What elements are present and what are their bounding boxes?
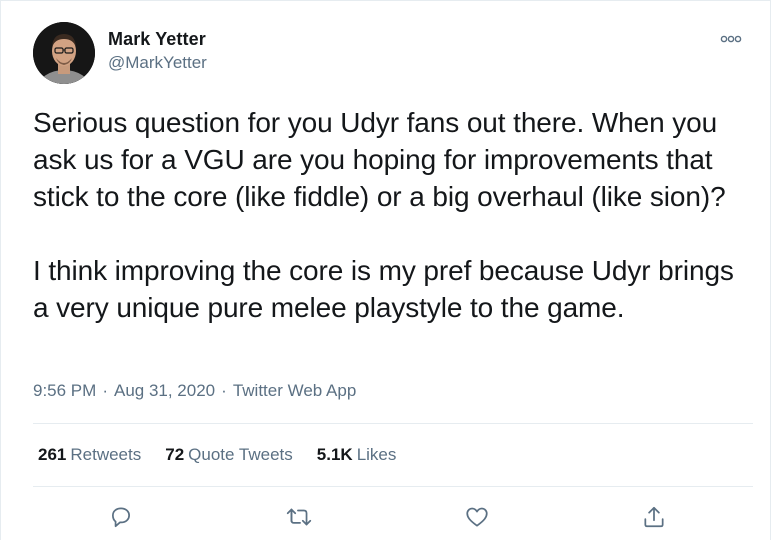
tweet-source[interactable]: Twitter Web App (233, 381, 356, 401)
author-handle[interactable]: @MarkYetter (108, 53, 207, 73)
tweet-card: Mark Yetter @MarkYetter Serious question… (0, 0, 771, 540)
more-icon[interactable] (717, 31, 745, 47)
tweet-date[interactable]: Aug 31, 2020 (114, 381, 215, 401)
tweet-meta: 9:56 PM · Aug 31, 2020 · Twitter Web App (33, 381, 356, 401)
tweet-text: Serious question for you Udyr fans out t… (33, 107, 734, 323)
quote-tweets-label: Quote Tweets (188, 445, 293, 464)
meta-separator: · (221, 381, 227, 400)
like-button[interactable] (459, 499, 495, 535)
quote-tweets-count: 72 (165, 445, 185, 464)
likes-stat[interactable]: 5.1K Likes (317, 445, 397, 465)
divider (33, 486, 753, 487)
action-bar (1, 499, 771, 535)
tweet-time[interactable]: 9:56 PM (33, 381, 96, 401)
author-name[interactable]: Mark Yetter (108, 29, 206, 50)
retweets-stat[interactable]: 261 Retweets (38, 445, 141, 465)
meta-separator: · (102, 381, 108, 400)
retweets-label: Retweets (70, 445, 142, 464)
likes-label: Likes (356, 445, 397, 464)
retweet-button[interactable] (281, 499, 317, 535)
like-icon (466, 507, 488, 527)
likes-count: 5.1K (316, 445, 353, 464)
quote-tweets-stat[interactable]: 72 Quote Tweets (165, 445, 293, 465)
retweet-icon (286, 508, 312, 526)
avatar[interactable] (33, 22, 95, 84)
share-icon (644, 506, 664, 528)
reply-icon (112, 507, 130, 528)
retweets-count: 261 (38, 445, 67, 464)
share-button[interactable] (636, 499, 672, 535)
tweet-stats: 261 Retweets 72 Quote Tweets 5.1K Likes (38, 445, 396, 465)
divider (33, 423, 753, 424)
reply-button[interactable] (103, 499, 139, 535)
